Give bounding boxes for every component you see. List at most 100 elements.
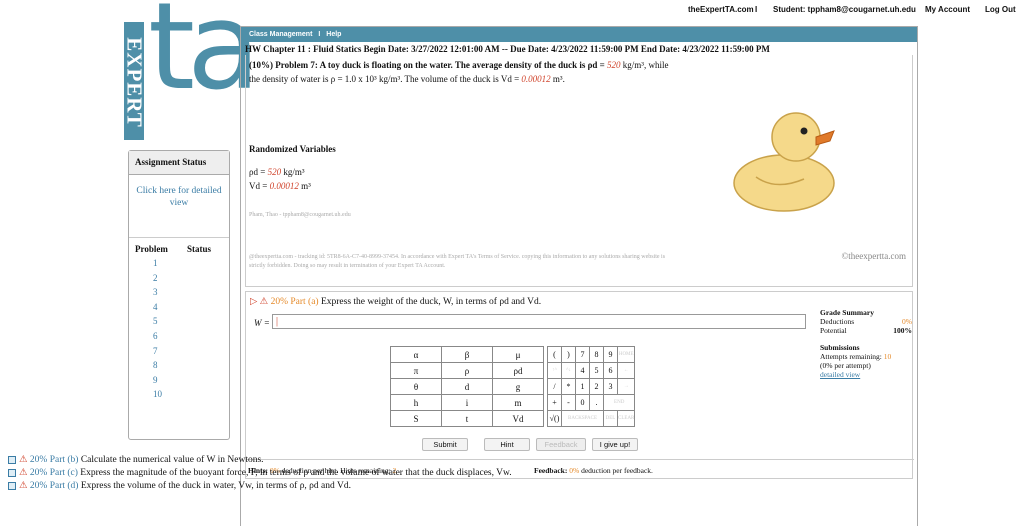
detailed-view-link[interactable]: Click here for detailed view: [129, 175, 229, 237]
number-key[interactable]: 0: [575, 394, 590, 411]
number-key[interactable]: →: [616, 378, 636, 395]
part-a-text: Express the weight of the duck, W, in te…: [318, 297, 542, 307]
warning-icon: ⚠: [19, 481, 28, 491]
number-key[interactable]: 6: [603, 362, 618, 379]
number-key[interactable]: HOME: [616, 346, 636, 363]
deductions-value: 0%: [902, 317, 912, 326]
problem-item[interactable]: 6: [129, 331, 229, 346]
symbol-keypad: α β μ π ρ ρd θ d g h i m St Vd: [390, 346, 544, 427]
number-key[interactable]: (: [547, 346, 562, 363]
symbol-key[interactable]: d: [441, 378, 493, 395]
symbol-key[interactable]: θ: [390, 378, 442, 395]
symbol-key[interactable]: g: [492, 378, 544, 395]
class-management-menu[interactable]: Class Management: [249, 31, 312, 38]
symbol-key[interactable]: t: [441, 410, 493, 427]
problem-item[interactable]: 2: [129, 273, 229, 288]
problem-item[interactable]: 1: [129, 258, 229, 273]
expertta-logo[interactable]: EXPERT ta: [123, 0, 261, 140]
problem-item[interactable]: 8: [129, 360, 229, 375]
part-a-percent[interactable]: 20% Part (a): [271, 297, 319, 307]
number-key[interactable]: 7: [575, 346, 590, 363]
submit-button[interactable]: Submit: [422, 438, 468, 451]
symbol-key[interactable]: Vd: [492, 410, 544, 427]
part-a-box: ▷ ⚠ 20% Part (a) Express the weight of t…: [245, 291, 914, 479]
text-cursor: |: [276, 316, 279, 327]
number-key[interactable]: 4: [575, 362, 590, 379]
part-d-percent[interactable]: 20% Part (d): [30, 481, 79, 491]
owner-watermark: Pham, Thao - tppham8@cougarnet.uh.edu: [249, 212, 351, 218]
number-keypad: () 7 8 9 HOME ↑^ ^↓ 4 5 6 ← / * 1 2 3 → + -0. END √() BACKSPA…: [547, 346, 636, 427]
symbol-key[interactable]: β: [441, 346, 493, 363]
number-key[interactable]: .: [589, 394, 604, 411]
logout-link[interactable]: Log Out: [985, 5, 1016, 14]
problem-item[interactable]: 9: [129, 375, 229, 390]
number-key[interactable]: BACKSPACE: [561, 410, 604, 427]
number-key[interactable]: ^↓: [561, 362, 576, 379]
main-panel: Class Management I Help HW Chapter 11 : …: [240, 26, 918, 526]
number-key[interactable]: *: [561, 378, 576, 395]
student-label: Student: tppham8@cougarnet.uh.edu: [773, 5, 916, 14]
assignment-status-panel: Assignment Status Click here for detaile…: [128, 150, 230, 440]
part-c-row[interactable]: ⚠ 20% Part (c) Express the magnitude of …: [8, 467, 512, 480]
tracking-notice: @theexpertta.com - tracking id: 5TR8-6A-…: [249, 254, 666, 269]
assignment-title: HW Chapter 11 : Fluid Statics Begin Date…: [245, 44, 770, 54]
number-key[interactable]: 1: [575, 378, 590, 395]
answer-input[interactable]: |: [272, 314, 806, 329]
problem-item[interactable]: 4: [129, 302, 229, 317]
number-key[interactable]: DEL: [603, 410, 618, 427]
number-key[interactable]: -: [561, 394, 576, 411]
part-b-row[interactable]: ⚠ 20% Part (b) Calculate the numerical v…: [8, 454, 512, 467]
my-account-link[interactable]: My Account: [925, 5, 970, 14]
problem-status-table: Problem Status 1 2 3 4 5 6 7 8 9 10: [129, 237, 229, 439]
rubber-duck-image: [733, 112, 835, 212]
symbol-key[interactable]: α: [390, 346, 442, 363]
symbol-key[interactable]: S: [390, 410, 442, 427]
menu-separator: I: [318, 31, 321, 38]
problem-item[interactable]: 10: [129, 389, 229, 404]
number-key[interactable]: 8: [589, 346, 604, 363]
duck-volume-value: 0.00012: [521, 73, 551, 84]
menu-bar: Class Management I Help: [241, 27, 917, 42]
number-key[interactable]: √(): [547, 410, 562, 427]
site-link[interactable]: theExpertTA.com: [688, 5, 754, 14]
number-key[interactable]: ): [561, 346, 576, 363]
logo-mark: ta: [148, 0, 261, 117]
symbol-key[interactable]: i: [441, 394, 493, 411]
rv-density-unit: kg/m³: [281, 167, 305, 177]
number-key[interactable]: CLEAR: [616, 410, 636, 427]
symbol-key[interactable]: ρd: [492, 362, 544, 379]
number-key[interactable]: 3: [603, 378, 618, 395]
problem-item[interactable]: 5: [129, 316, 229, 331]
part-b-percent[interactable]: 20% Part (b): [30, 455, 79, 465]
part-d-row[interactable]: ⚠ 20% Part (d) Express the volume of the…: [8, 480, 512, 493]
part-c-percent[interactable]: 20% Part (c): [30, 468, 78, 478]
part-c-text: Express the magnitude of the buoyant for…: [77, 468, 512, 478]
potential-value: 100%: [893, 326, 912, 335]
problem-item[interactable]: 3: [129, 287, 229, 302]
rv-density-value: 520: [267, 167, 282, 177]
symbol-key[interactable]: h: [390, 394, 442, 411]
number-key[interactable]: 5: [589, 362, 604, 379]
part-d-text: Express the volume of the duck in water,…: [78, 481, 351, 491]
symbol-key[interactable]: m: [492, 394, 544, 411]
submissions-detail-link[interactable]: detailed view: [820, 370, 912, 379]
number-key[interactable]: 2: [589, 378, 604, 395]
feedback-button[interactable]: Feedback: [536, 438, 586, 451]
number-key[interactable]: END: [602, 394, 636, 411]
number-key[interactable]: 9: [603, 346, 618, 363]
submissions-title: Submissions: [820, 343, 860, 352]
deductions-label: Deductions: [820, 317, 855, 326]
number-key[interactable]: ↑^: [547, 362, 562, 379]
give-up-button[interactable]: I give up!: [592, 438, 638, 451]
number-key[interactable]: +: [547, 394, 562, 411]
number-key[interactable]: ←: [616, 362, 636, 379]
attempts-label: Attempts remaining:: [820, 352, 884, 361]
status-column-header: Status: [187, 244, 212, 254]
symbol-key[interactable]: π: [390, 362, 442, 379]
help-menu[interactable]: Help: [326, 31, 341, 38]
number-key[interactable]: /: [547, 378, 562, 395]
hint-button[interactable]: Hint: [484, 438, 530, 451]
symbol-key[interactable]: ρ: [441, 362, 493, 379]
symbol-key[interactable]: μ: [492, 346, 544, 363]
problem-item[interactable]: 7: [129, 346, 229, 361]
